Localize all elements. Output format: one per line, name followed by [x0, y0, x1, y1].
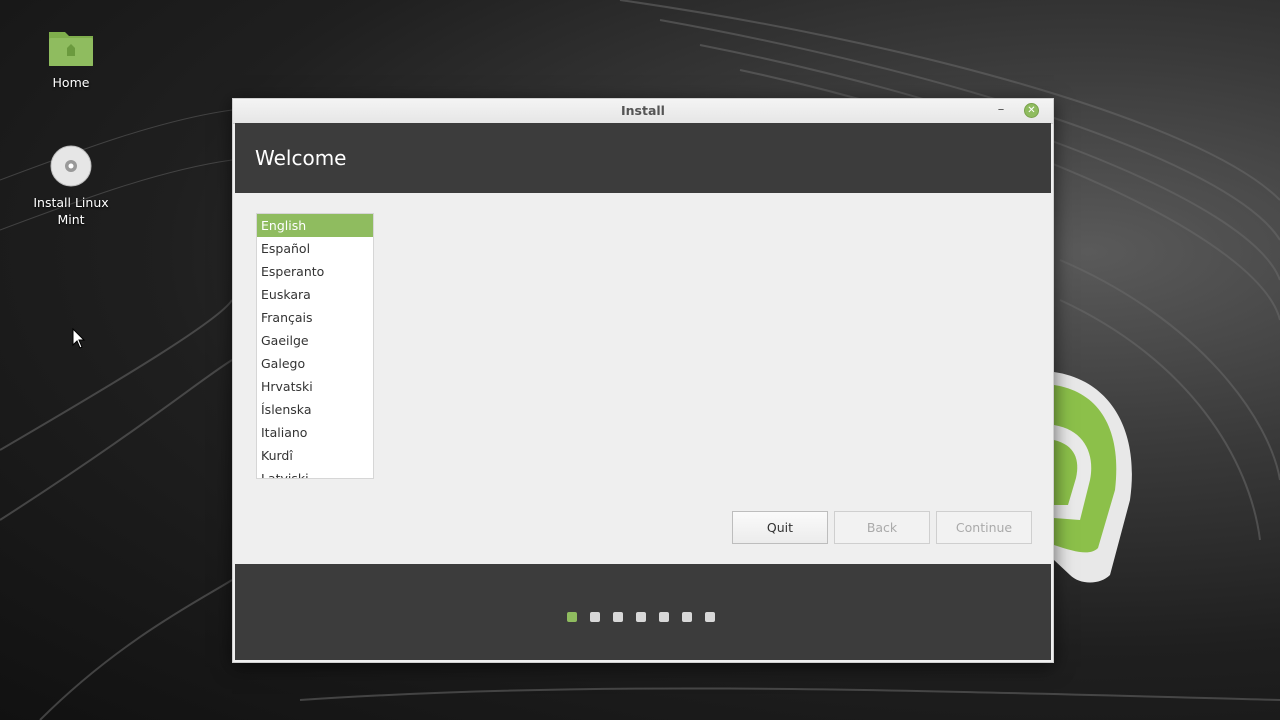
language-item[interactable]: Italiano: [257, 421, 373, 444]
disc-icon: [50, 145, 92, 187]
language-item[interactable]: Hrvatski: [257, 375, 373, 398]
desktop-icon-label: Home: [52, 75, 90, 90]
window-titlebar[interactable]: Install – ✕: [233, 99, 1053, 124]
language-item[interactable]: Kurdî: [257, 444, 373, 467]
language-item-selected[interactable]: English: [257, 214, 373, 237]
progress-dot: [636, 612, 646, 622]
desktop-icon-home[interactable]: Home: [21, 26, 121, 91]
progress-dot: [682, 612, 692, 622]
language-item[interactable]: Français: [257, 306, 373, 329]
mint-logo-graphic: [1054, 372, 1132, 583]
progress-dot: [590, 612, 600, 622]
window-title: Install: [621, 103, 665, 118]
language-list[interactable]: English Español Esperanto Euskara França…: [256, 213, 374, 479]
mouse-cursor-icon: [72, 328, 86, 349]
quit-button[interactable]: Quit: [732, 511, 828, 544]
desktop-icon-install[interactable]: Install Linux Mint: [21, 144, 121, 228]
progress-indicator: [567, 607, 728, 622]
language-item[interactable]: Español: [257, 237, 373, 260]
progress-dot-active: [567, 612, 577, 622]
language-item[interactable]: Euskara: [257, 283, 373, 306]
progress-dot: [659, 612, 669, 622]
continue-button[interactable]: Continue: [936, 511, 1032, 544]
install-window: Install – ✕ Welcome English Español Espe…: [232, 98, 1054, 663]
progress-dot: [613, 612, 623, 622]
back-button[interactable]: Back: [834, 511, 930, 544]
minimize-button[interactable]: –: [993, 101, 1009, 119]
close-button[interactable]: ✕: [1024, 103, 1039, 118]
content-area: English Español Esperanto Euskara França…: [235, 193, 1051, 564]
page-title: Welcome: [255, 146, 347, 170]
page-header: Welcome: [235, 123, 1051, 193]
progress-footer: [235, 564, 1051, 660]
progress-dot: [705, 612, 715, 622]
language-item[interactable]: Galego: [257, 352, 373, 375]
language-item[interactable]: Esperanto: [257, 260, 373, 283]
folder-home-icon: [49, 32, 93, 66]
language-item[interactable]: Íslenska: [257, 398, 373, 421]
language-item[interactable]: Latviski: [257, 467, 373, 478]
language-item[interactable]: Gaeilge: [257, 329, 373, 352]
desktop-icon-label: Install Linux Mint: [33, 195, 109, 227]
